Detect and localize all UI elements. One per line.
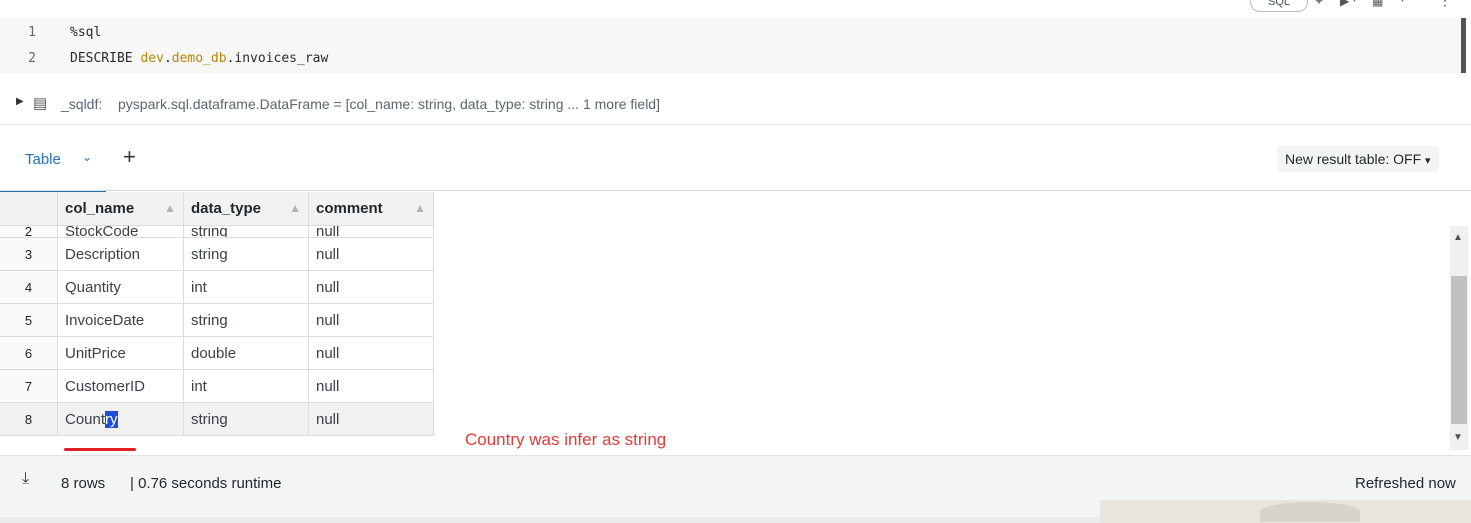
code-line[interactable]: %sql bbox=[70, 25, 101, 40]
cell-comment[interactable]: null bbox=[308, 336, 434, 370]
cell-comment[interactable]: null bbox=[308, 402, 434, 436]
code-table: .invoices_raw bbox=[226, 51, 329, 66]
download-icon[interactable]: ⤓ bbox=[22, 470, 29, 488]
chevron-down-icon: ▾ bbox=[1425, 155, 1431, 167]
cell-comment[interactable]: null bbox=[308, 225, 434, 238]
cell-col-name[interactable]: Quantity bbox=[57, 270, 184, 304]
table-row: 6 UnitPrice double null bbox=[0, 336, 434, 370]
column-header-comment[interactable]: comment ▲ bbox=[308, 192, 434, 226]
divider bbox=[0, 517, 1100, 523]
grid-scrollbar[interactable]: ▲ ▼ bbox=[1450, 226, 1468, 450]
code-dot: . bbox=[163, 51, 172, 66]
chevron-down-icon[interactable]: ▾ bbox=[1400, 0, 1405, 5]
cell-data-type[interactable]: int bbox=[183, 369, 309, 403]
cell-text: Count bbox=[65, 410, 106, 428]
table-row: 7 CustomerID int null bbox=[0, 369, 434, 403]
chevron-down-icon[interactable]: ⌄ bbox=[82, 150, 92, 164]
cell-col-name[interactable]: UnitPrice bbox=[57, 336, 184, 370]
cell-data-type[interactable]: string bbox=[183, 225, 309, 238]
divider bbox=[0, 190, 1471, 191]
row-index: 2 bbox=[0, 225, 58, 238]
result-table: col_name ▲ data_type ▲ comment ▲ 2 StockCod… bbox=[0, 192, 434, 436]
row-index: 4 bbox=[0, 270, 58, 304]
cell-data-type[interactable]: int bbox=[183, 270, 309, 304]
new-result-table-toggle[interactable]: New result table: OFF ▾ bbox=[1277, 146, 1439, 172]
row-index: 8 bbox=[0, 402, 58, 436]
cell-data-type[interactable]: string bbox=[183, 237, 309, 271]
cell-col-name[interactable]: StockCode bbox=[57, 225, 184, 238]
row-count: 8 rows bbox=[61, 475, 106, 492]
column-header-label: data_type bbox=[191, 200, 262, 217]
row-index: 6 bbox=[0, 336, 58, 370]
cell-comment[interactable]: null bbox=[308, 237, 434, 271]
cell-col-name[interactable]: Description bbox=[57, 237, 184, 271]
text-selection: ry bbox=[105, 410, 118, 428]
sort-icon[interactable]: ▲ bbox=[414, 201, 426, 215]
overlay-image bbox=[1260, 502, 1360, 522]
code-database: demo_db bbox=[171, 51, 227, 66]
cell-col-name[interactable]: CustomerID bbox=[57, 369, 184, 403]
chart-icon[interactable]: ▦ bbox=[1372, 0, 1383, 8]
sort-icon[interactable]: ▲ bbox=[289, 201, 301, 215]
table-row: 5 InvoiceDate string null bbox=[0, 303, 434, 337]
chevron-down-icon[interactable]: ▾ bbox=[1352, 0, 1357, 5]
table-icon: ▤ bbox=[33, 95, 48, 112]
add-visualization-icon[interactable]: + bbox=[123, 144, 136, 170]
result-grid[interactable]: col_name ▲ data_type ▲ comment ▲ 2 StockCod… bbox=[0, 192, 1450, 450]
webcam-overlay bbox=[1100, 500, 1471, 523]
column-header-label: comment bbox=[316, 200, 383, 217]
run-icon[interactable]: ▶ bbox=[1340, 0, 1349, 8]
expand-caret-icon[interactable]: ▶ bbox=[16, 96, 24, 107]
line-number: 1 bbox=[28, 25, 36, 40]
code-namespace: dev bbox=[140, 51, 164, 66]
cell-data-type[interactable]: double bbox=[183, 336, 309, 370]
code-editor[interactable]: 1 %sql 2 DESCRIBE dev.demo_db.invoices_r… bbox=[0, 18, 1466, 73]
cell-col-name[interactable]: InvoiceDate bbox=[57, 303, 184, 337]
table-row-selected: 8 Country string null bbox=[0, 402, 434, 436]
scroll-down-icon[interactable]: ▼ bbox=[1453, 432, 1463, 443]
cell-comment[interactable]: null bbox=[308, 369, 434, 403]
table-row: 2 StockCode string null bbox=[0, 225, 434, 238]
cell-data-type[interactable]: string bbox=[183, 402, 309, 436]
column-header-col-name[interactable]: col_name ▲ bbox=[57, 192, 184, 226]
runtime-info: | 0.76 seconds runtime bbox=[130, 475, 282, 492]
result-tabs: Table ⌄ + New result table: OFF ▾ bbox=[0, 126, 1471, 192]
tab-table-label: Table bbox=[25, 151, 61, 168]
scroll-up-icon[interactable]: ▲ bbox=[1453, 232, 1463, 243]
new-result-table-label: New result table: OFF bbox=[1285, 151, 1422, 167]
annotation-text: Country was infer as string bbox=[465, 430, 667, 449]
row-index: 5 bbox=[0, 303, 58, 337]
cell-comment[interactable]: null bbox=[308, 270, 434, 304]
language-selector[interactable]: SQL bbox=[1250, 0, 1308, 12]
tab-table[interactable]: Table ⌄ bbox=[0, 126, 106, 192]
editor-scrollbar[interactable] bbox=[1461, 18, 1466, 73]
refresh-status: Refreshed now bbox=[1355, 475, 1456, 492]
dataframe-type: pyspark.sql.dataframe.DataFrame = [col_n… bbox=[118, 96, 660, 112]
code-keyword: DESCRIBE bbox=[70, 51, 141, 66]
more-icon[interactable]: ⋮ bbox=[1438, 0, 1452, 9]
divider bbox=[0, 124, 1471, 125]
column-header-label: col_name bbox=[65, 200, 135, 217]
index-header bbox=[0, 192, 58, 226]
row-index: 3 bbox=[0, 237, 58, 271]
assistant-icon[interactable]: ✦ bbox=[1314, 0, 1324, 8]
cell-data-type[interactable]: string bbox=[183, 303, 309, 337]
cell-col-name[interactable]: Country bbox=[57, 402, 184, 436]
code-line[interactable]: DESCRIBE dev.demo_db.invoices_raw bbox=[70, 51, 328, 66]
annotation-underline bbox=[64, 448, 136, 451]
dataframe-variable: _sqldf: bbox=[61, 96, 103, 112]
row-index: 7 bbox=[0, 369, 58, 403]
cell-comment[interactable]: null bbox=[308, 303, 434, 337]
line-number: 2 bbox=[28, 51, 36, 66]
header-row: col_name ▲ data_type ▲ comment ▲ bbox=[0, 192, 434, 226]
table-row: 4 Quantity int null bbox=[0, 270, 434, 304]
scrollbar-thumb[interactable] bbox=[1451, 276, 1467, 424]
column-header-data-type[interactable]: data_type ▲ bbox=[183, 192, 309, 226]
sort-icon[interactable]: ▲ bbox=[164, 201, 176, 215]
table-row: 3 Description string null bbox=[0, 237, 434, 271]
